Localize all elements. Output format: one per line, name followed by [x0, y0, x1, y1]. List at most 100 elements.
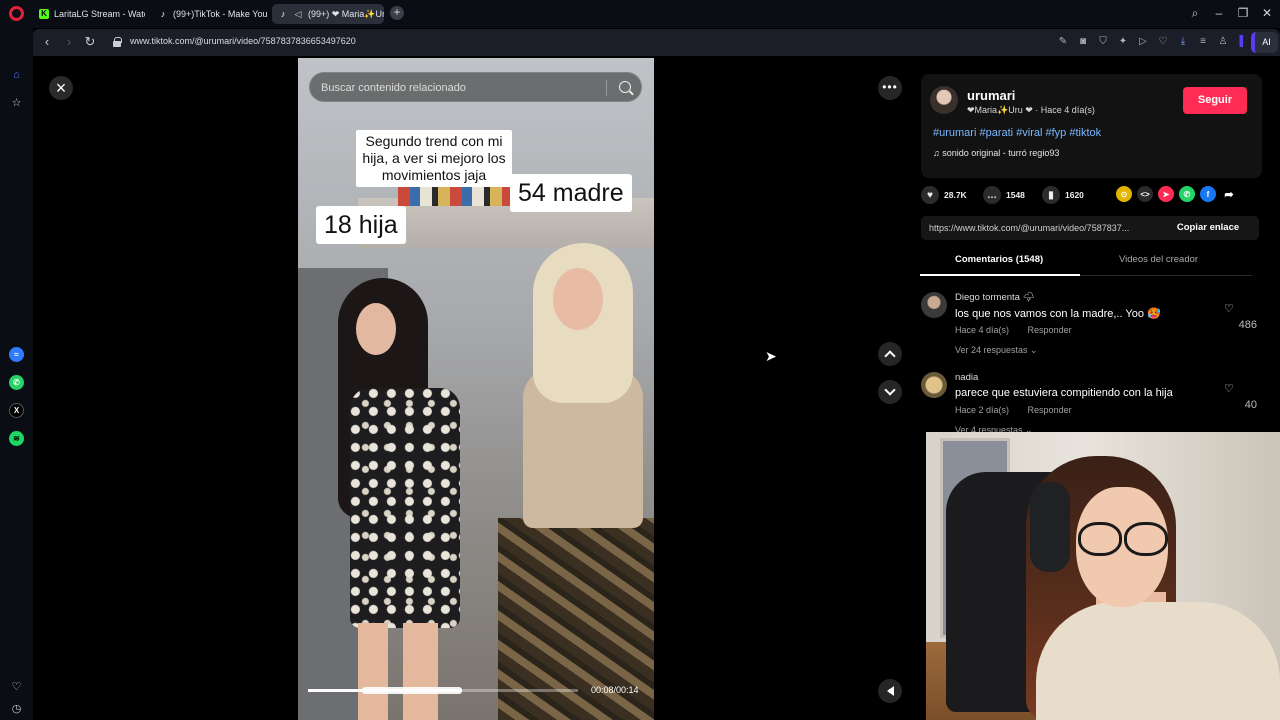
- panel-tabs: Comentarios (1548) Videos del creador: [920, 248, 1252, 276]
- comment-count: 1548: [1006, 190, 1025, 200]
- comment-username[interactable]: nadia: [955, 372, 978, 383]
- play-icon[interactable]: ▷: [1137, 36, 1149, 48]
- webcam-overlay: [926, 432, 1280, 720]
- hashtags[interactable]: #urumari #parati #viral #fyp #tiktok: [933, 127, 1101, 139]
- home-icon[interactable]: ⌂: [8, 66, 25, 83]
- copy-link-button[interactable]: Copiar enlace: [1157, 216, 1259, 240]
- save-button[interactable]: ▮ 1620: [1042, 182, 1084, 208]
- tab-title: LaritaLG Stream - Watch L: [54, 9, 145, 19]
- opera-logo-icon[interactable]: [9, 6, 24, 21]
- avatar[interactable]: [930, 86, 958, 114]
- share-arrow-icon[interactable]: ➦: [1221, 186, 1237, 202]
- menu-icon[interactable]: ≡: [1197, 36, 1209, 48]
- tab-creator-videos[interactable]: Videos del creador: [1119, 254, 1198, 265]
- active-tab-indicator: [920, 274, 1080, 276]
- spotify-icon[interactable]: ≋: [8, 430, 25, 447]
- coin-icon[interactable]: ⊙: [1116, 186, 1132, 202]
- view-replies-button[interactable]: Ver 24 respuestas ⌄: [955, 345, 1038, 356]
- messenger-icon[interactable]: ≈: [8, 346, 25, 363]
- video-frame-person: [553, 268, 603, 330]
- tab-kick[interactable]: K LaritaLG Stream - Watch L: [33, 4, 145, 24]
- sound-link[interactable]: ♫ sonido original - turró regio93: [933, 148, 1059, 158]
- tab-title: (99+) ❤ Maria✨Uru: [308, 8, 384, 19]
- history-icon[interactable]: ◷: [8, 700, 25, 717]
- bookmarks-icon[interactable]: ☆: [8, 94, 25, 111]
- caption-madre: 54 madre: [510, 174, 632, 212]
- sidebar-toggle-icon[interactable]: ▌: [1237, 36, 1249, 48]
- profile-icon[interactable]: ♙: [1217, 36, 1229, 48]
- mouse-cursor-icon: ➤: [765, 348, 777, 364]
- music-note-icon: ♫: [933, 148, 943, 158]
- comment-time: Hace 2 día(s): [955, 405, 1010, 415]
- camera-icon[interactable]: ◙: [1077, 36, 1089, 48]
- search-tabs-icon[interactable]: ⌕: [1186, 6, 1204, 20]
- speaker-icon: [886, 686, 894, 696]
- edit-icon[interactable]: ✎: [1057, 36, 1069, 48]
- video-progress-thumb[interactable]: [361, 687, 462, 694]
- tab-comments[interactable]: Comentarios (1548): [955, 254, 1043, 265]
- reply-button[interactable]: Responder: [1028, 405, 1072, 415]
- comment-time: Hace 4 día(s): [955, 325, 1010, 335]
- embed-icon[interactable]: <>: [1137, 186, 1153, 202]
- more-options-button[interactable]: •••: [878, 76, 902, 100]
- creator-username[interactable]: urumari: [967, 88, 1015, 103]
- like-button[interactable]: ♥ 28.7K: [921, 182, 967, 208]
- next-video-button[interactable]: [878, 380, 902, 404]
- volume-button[interactable]: [878, 679, 902, 703]
- facebook-share-icon[interactable]: f: [1200, 186, 1216, 202]
- previous-video-button[interactable]: [878, 342, 902, 366]
- related-search-bar[interactable]: Buscar contenido relacionado: [309, 72, 642, 102]
- extension-icon[interactable]: ✦: [1117, 36, 1129, 48]
- close-window-icon[interactable]: ✕: [1258, 6, 1276, 20]
- engagement-bar: ♥ 28.7K … 1548 ▮ 1620 ⊙ <> ➤ ✆ f ➦: [921, 182, 1262, 208]
- speaker-icon[interactable]: ◁: [293, 9, 303, 19]
- forward-icon[interactable]: ›: [61, 35, 77, 49]
- chevron-up-icon: [884, 350, 896, 362]
- download-icon[interactable]: ⤓: [1177, 36, 1189, 48]
- restore-icon[interactable]: ❐: [1234, 6, 1252, 20]
- comment-meta: Hace 4 día(s) Responder: [955, 325, 1088, 335]
- caption-hija: 18 hija: [316, 206, 406, 244]
- search-icon[interactable]: [619, 81, 631, 93]
- heart-icon[interactable]: ♡: [8, 678, 25, 695]
- comment-meta: Hace 2 día(s) Responder: [955, 405, 1088, 415]
- close-video-button[interactable]: ×: [49, 76, 73, 100]
- tiktok-icon: ♪: [160, 9, 166, 19]
- video-progress-bar[interactable]: [308, 687, 578, 694]
- whatsapp-icon[interactable]: ✆: [8, 374, 25, 391]
- comment-icon: …: [983, 186, 1001, 204]
- heart-icon[interactable]: ♡: [1157, 36, 1169, 48]
- reload-icon[interactable]: ↻: [82, 35, 98, 49]
- heart-icon: ♥: [921, 186, 939, 204]
- new-tab-button[interactable]: +: [390, 6, 404, 20]
- whatsapp-share-icon[interactable]: ✆: [1179, 186, 1195, 202]
- tab-tiktok-video[interactable]: ♪ ◁ (99+) ❤ Maria✨Uru: [272, 4, 384, 24]
- webcam-frame-headset: [1030, 482, 1070, 572]
- share-link-url[interactable]: https://www.tiktok.com/@urumari/video/75…: [929, 223, 1129, 233]
- ai-button[interactable]: AI: [1251, 32, 1278, 53]
- webcam-frame-glasses: [1076, 522, 1168, 556]
- address-bar: ‹ › ↻ www.tiktok.com/@urumari/video/7587…: [33, 29, 1280, 56]
- url-field[interactable]: www.tiktok.com/@urumari/video/7587837836…: [130, 36, 356, 46]
- tab-tiktok-feed[interactable]: ♪ (99+)TikTok - Make Your D: [152, 4, 268, 24]
- comment-item: Diego tormenta 🌩 los que nos vamos con l…: [921, 292, 1257, 362]
- avatar[interactable]: [921, 372, 947, 398]
- video-player[interactable]: Buscar contenido relacionado Segundo tre…: [298, 58, 654, 720]
- send-icon[interactable]: ➤: [1158, 186, 1174, 202]
- back-icon[interactable]: ‹: [39, 35, 55, 49]
- comment-username[interactable]: Diego tormenta 🌩: [955, 292, 1035, 303]
- x-icon[interactable]: X: [8, 402, 25, 419]
- shield-icon[interactable]: ⛉: [1097, 36, 1109, 48]
- heart-icon[interactable]: ♡: [1224, 302, 1234, 315]
- comment-button[interactable]: … 1548: [983, 182, 1025, 208]
- heart-icon[interactable]: ♡: [1224, 382, 1234, 395]
- webcam-frame-person: [1036, 602, 1280, 720]
- like-count: 28.7K: [944, 190, 967, 200]
- minimize-icon[interactable]: –: [1210, 6, 1228, 20]
- follow-button[interactable]: Seguir: [1183, 87, 1247, 114]
- kick-icon: K: [39, 9, 49, 19]
- video-frame-person: [358, 623, 438, 720]
- reply-button[interactable]: Responder: [1028, 325, 1072, 335]
- avatar[interactable]: [921, 292, 947, 318]
- sound-label: sonido original - turró regio93: [942, 148, 1060, 158]
